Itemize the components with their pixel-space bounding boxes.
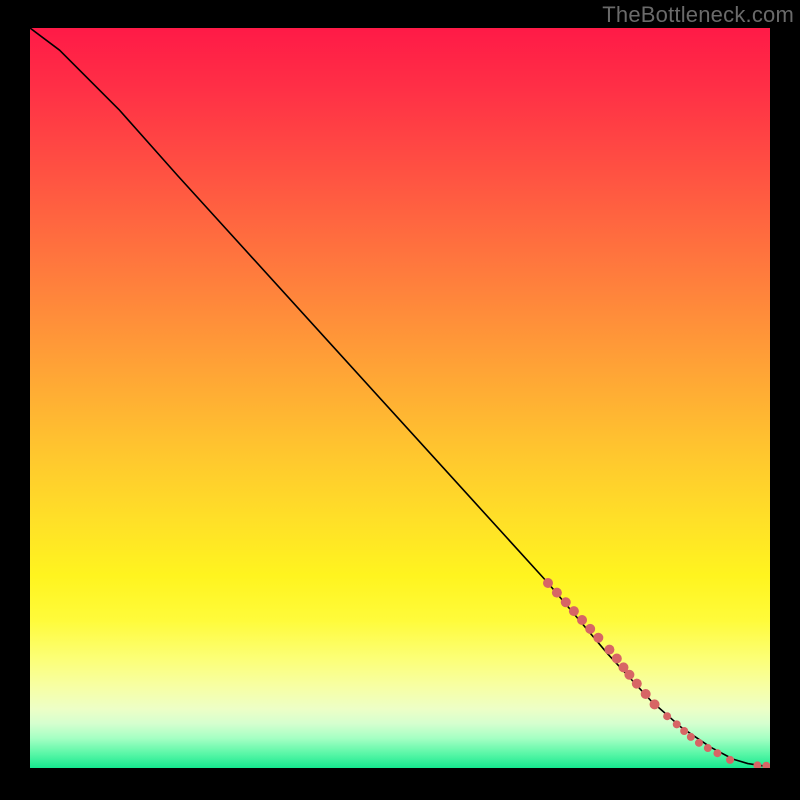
bottleneck-curve (30, 28, 770, 766)
data-point (612, 653, 622, 663)
data-point (624, 670, 634, 680)
data-point (762, 762, 770, 768)
plot-area (30, 28, 770, 768)
data-point (713, 749, 721, 757)
chart-frame: TheBottleneck.com (0, 0, 800, 800)
data-point (753, 761, 761, 768)
data-point (632, 679, 642, 689)
data-point (673, 720, 681, 728)
data-point (704, 744, 712, 752)
watermark-text: TheBottleneck.com (602, 2, 794, 28)
data-point (687, 733, 695, 741)
data-point (680, 727, 688, 735)
data-point (695, 739, 703, 747)
data-point (561, 597, 571, 607)
data-point (585, 624, 595, 634)
data-point (577, 615, 587, 625)
data-point (552, 588, 562, 598)
data-point (663, 712, 671, 720)
chart-svg (30, 28, 770, 768)
data-point (593, 633, 603, 643)
data-point (726, 756, 734, 764)
data-point (569, 606, 579, 616)
data-point (543, 578, 553, 588)
highlighted-points-group (543, 578, 770, 768)
data-point (641, 689, 651, 699)
data-point (604, 645, 614, 655)
data-point (650, 699, 660, 709)
